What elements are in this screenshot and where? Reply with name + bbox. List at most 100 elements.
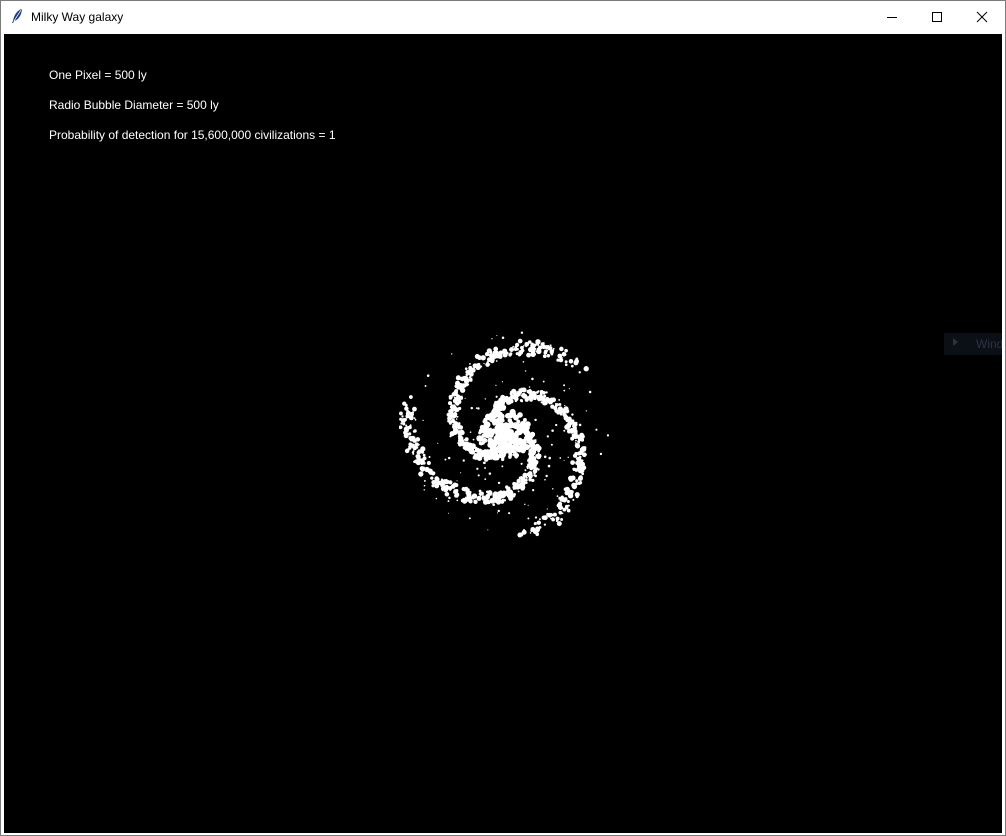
galaxy-halo-star (522, 345, 525, 347)
galaxy-halo-star (520, 483, 522, 486)
galaxy-halo-star (447, 456, 451, 460)
galaxy-halo-star (520, 400, 524, 403)
close-button[interactable] (959, 1, 1004, 32)
galaxy-arm-star (488, 348, 492, 353)
title-bar[interactable]: Milky Way galaxy (1, 1, 1005, 32)
bubble-diameter-label: Radio Bubble Diameter = 500 ly (49, 98, 219, 112)
galaxy-halo-star (416, 446, 419, 449)
galaxy-core-star (513, 432, 519, 438)
galaxy-arm-star (460, 441, 465, 447)
galaxy-arm-star (502, 396, 507, 401)
galaxy-core-star (490, 431, 495, 436)
galaxy-arm-star (462, 375, 467, 381)
galaxy-arm-star (552, 512, 557, 517)
galaxy-halo-star (488, 472, 492, 475)
galaxy-arm-star (574, 442, 577, 444)
galaxy-halo-star (530, 390, 532, 392)
galaxy-canvas: One Pixel = 500 ly Radio Bubble Diameter… (4, 34, 1002, 833)
galaxy-halo-star (572, 468, 574, 470)
galaxy-arm-star (455, 394, 462, 400)
galaxy-arm-star (435, 481, 438, 484)
galaxy-arm-star (533, 463, 537, 468)
galaxy-arm-star (535, 526, 541, 532)
galaxy-halo-star (563, 384, 566, 387)
galaxy-arm-star (564, 504, 569, 509)
galaxy-halo-star (548, 456, 552, 460)
galaxy-arm-star (561, 408, 565, 411)
galaxy-core-star (488, 440, 494, 446)
galaxy-core-star (479, 441, 484, 446)
galaxy-arm-star (570, 436, 575, 441)
galaxy-arm-star (415, 437, 421, 442)
galaxy-arm-star (564, 363, 568, 367)
galaxy-halo-star (455, 418, 458, 420)
galaxy-arm-star (460, 498, 465, 503)
galaxy-arm-star (517, 352, 522, 357)
galaxy-arm-star (402, 422, 406, 426)
pixel-scale-label: One Pixel = 500 ly (49, 68, 147, 82)
galaxy-arm-star (484, 352, 490, 357)
galaxy-arm-star (523, 389, 526, 392)
galaxy-arm-star (552, 347, 555, 350)
maximize-button[interactable] (914, 1, 959, 32)
galaxy-arm-star (582, 466, 586, 471)
galaxy-halo-star (567, 456, 569, 458)
galaxy-arm-star (408, 436, 413, 441)
galaxy-arm-star (416, 455, 420, 460)
spiral-galaxy (399, 331, 610, 538)
galaxy-arm-star (459, 429, 464, 434)
galaxy-arm-star (515, 390, 517, 393)
galaxy-arm-star (577, 475, 583, 481)
galaxy-halo-star (588, 390, 592, 394)
galaxy-halo-star (448, 512, 450, 514)
galaxy-arm-star (455, 380, 461, 386)
galaxy-arm-star (575, 443, 581, 449)
edge-widget[interactable]: Wind (944, 333, 1002, 355)
minimize-button[interactable] (869, 1, 914, 32)
galaxy-arm-star (459, 378, 462, 381)
galaxy-arm-star (460, 383, 466, 389)
galaxy-core-star (508, 440, 514, 445)
galaxy-arm-star (555, 403, 559, 407)
galaxy-halo-star (405, 415, 408, 418)
galaxy-halo-star (564, 404, 566, 407)
galaxy-arm-star (491, 411, 497, 417)
galaxy-arm-star (464, 367, 468, 371)
galaxy-halo-star (435, 497, 438, 500)
galaxy-halo-star (456, 499, 459, 502)
galaxy-arm-star (576, 463, 582, 468)
galaxy-halo-star (444, 458, 447, 461)
galaxy-halo-star (544, 478, 546, 481)
galaxy-halo-star (462, 459, 465, 462)
galaxy-halo-star (422, 419, 424, 422)
galaxy-arm-star (536, 520, 541, 525)
galaxy-arm-star (525, 345, 527, 348)
galaxy-halo-star (501, 336, 505, 339)
galaxy-arm-star (575, 439, 577, 442)
galaxy-arm-star (533, 460, 537, 463)
galaxy-halo-star (559, 413, 563, 416)
galaxy-arm-star (450, 418, 456, 424)
close-icon (976, 11, 987, 22)
galaxy-core-star (483, 431, 488, 435)
galaxy-halo-star (517, 490, 520, 493)
galaxy-arm-star (554, 409, 559, 413)
galaxy-halo-star (542, 380, 545, 383)
galaxy-halo-star (578, 423, 582, 427)
galaxy-halo-star (496, 335, 498, 337)
galaxy-arm-star (412, 453, 415, 455)
galaxy-arm-star (404, 403, 408, 407)
galaxy-core-star (479, 424, 485, 430)
galaxy-arm-star (574, 492, 580, 498)
galaxy-halo-star (476, 467, 479, 470)
galaxy-arm-star (505, 485, 509, 489)
galaxy-arm-star (422, 453, 426, 457)
galaxy-core-star (514, 455, 519, 459)
galaxy-arm-star (469, 362, 471, 365)
galaxy-arm-star (469, 378, 473, 382)
galaxy-halo-star (464, 397, 466, 399)
galaxy-arm-star (540, 401, 543, 404)
galaxy-halo-star (527, 517, 530, 520)
galaxy-arm-star (466, 369, 472, 375)
galaxy-halo-star (585, 454, 587, 456)
